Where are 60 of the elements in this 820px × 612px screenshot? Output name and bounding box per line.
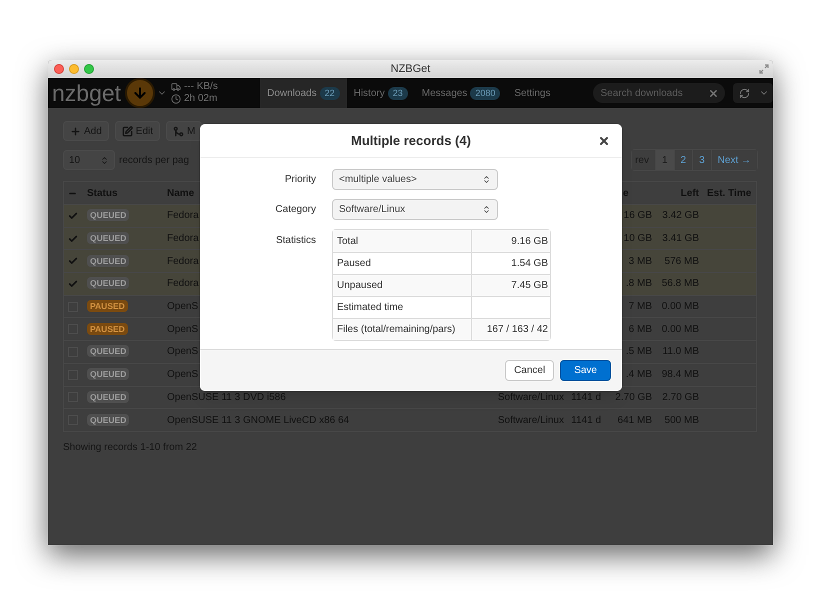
download-speed: --- KB/s <box>184 81 218 93</box>
refresh-icon <box>738 88 750 98</box>
status-badge: QUEUED <box>87 414 130 426</box>
stat-value: 7.45 GB <box>511 279 548 293</box>
zoom-window-icon[interactable] <box>84 64 94 74</box>
truck-icon <box>170 82 181 92</box>
check-icon[interactable] <box>68 234 78 244</box>
status-badge: QUEUED <box>87 345 130 358</box>
field-label: Statistics <box>276 235 316 246</box>
check-icon[interactable] <box>68 256 78 266</box>
updown-arrows-icon <box>482 205 491 214</box>
nav-tab[interactable]: Settings <box>507 78 558 108</box>
dialog-button[interactable]: Save <box>560 360 611 381</box>
minimize-window-icon[interactable] <box>69 64 79 74</box>
stat-value: 167 / 163 / 42 <box>486 323 548 337</box>
select-field[interactable]: <multiple values> <box>332 169 498 190</box>
clock-icon <box>170 94 181 104</box>
field-label: Category <box>275 204 316 215</box>
updown-arrows-icon <box>100 156 109 164</box>
status-badge: QUEUED <box>87 390 130 403</box>
merge-icon <box>173 126 184 136</box>
count-badge: 22 <box>320 86 340 100</box>
field-label: Priority <box>284 174 316 185</box>
stat-value: 1.54 GB <box>511 257 548 271</box>
status-badge: QUEUED <box>87 277 130 290</box>
edit-icon <box>122 126 133 136</box>
check-icon[interactable] <box>68 278 78 289</box>
nav-tab[interactable]: Downloads 22 <box>260 78 347 108</box>
page-link[interactable]: Next → <box>710 150 757 170</box>
count-badge: 2080 <box>470 86 500 100</box>
window-title: NZBGet <box>390 62 432 77</box>
status-badge: PAUSED <box>87 322 128 335</box>
status-badge: QUEUED <box>87 368 130 380</box>
status-badge: QUEUED <box>87 254 130 267</box>
check-icon[interactable] <box>68 210 78 221</box>
logo: nzbget <box>51 82 122 104</box>
nav-tab[interactable]: History 23 <box>346 78 415 108</box>
download-button[interactable] <box>125 78 156 108</box>
stat-name: Files (total/remaining/pars) <box>337 323 456 337</box>
plus-icon <box>70 126 81 136</box>
close-icon[interactable] <box>598 134 610 146</box>
search-field[interactable]: Search downloads <box>593 83 726 103</box>
stat-name: Total <box>337 234 358 248</box>
close-window-icon[interactable] <box>54 64 64 74</box>
select-field[interactable]: Software/Linux <box>332 199 498 220</box>
dialog-button[interactable]: Cancel <box>505 360 554 381</box>
stat-name: Estimated time <box>337 301 404 315</box>
status-badge: QUEUED <box>87 232 130 244</box>
stat-value: 9.16 GB <box>511 234 548 248</box>
count-badge: 23 <box>388 86 408 100</box>
stat-name: Paused <box>337 257 371 271</box>
status-badge: PAUSED <box>87 300 128 312</box>
stat-name: Unpaused <box>337 279 383 293</box>
refresh-button[interactable] <box>733 83 756 103</box>
nav-tab[interactable]: Messages 2080 <box>414 78 508 108</box>
dialog-title: Multiple records (4) <box>351 132 471 150</box>
time-left: 2h 02m <box>184 93 218 105</box>
status-badge: QUEUED <box>87 209 130 222</box>
fullscreen-icon[interactable] <box>759 64 769 74</box>
updown-arrows-icon <box>482 175 491 184</box>
